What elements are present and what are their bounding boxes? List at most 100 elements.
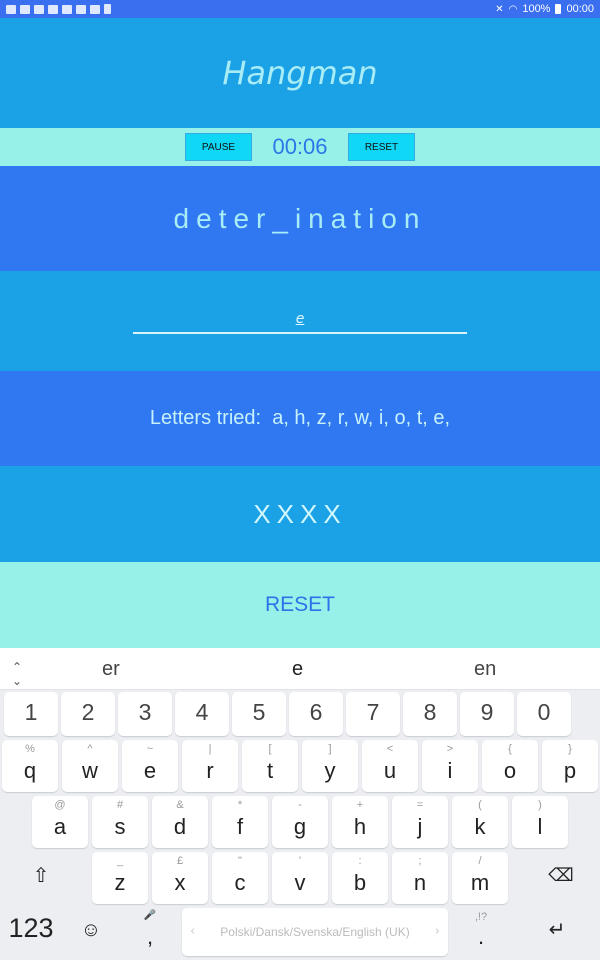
key-char: 7 [366, 699, 380, 725]
letter-key[interactable]: ] y [302, 740, 358, 792]
key-char: z [114, 870, 126, 895]
key-char: u [383, 758, 397, 783]
image-icon [76, 4, 86, 14]
number-key[interactable]: 6 [289, 692, 343, 736]
key-alt-char: " [238, 855, 242, 867]
key-alt-char: # [116, 799, 124, 811]
letter-key[interactable]: {o [482, 740, 538, 792]
letter-key[interactable]: ' v [272, 852, 328, 904]
letters-tried: Letters tried: a, h, z, r, w, i, o, t, e… [149, 407, 451, 429]
comma-label: , [146, 924, 154, 949]
key-alt-char: [ [268, 743, 272, 755]
youtube-icon [34, 4, 44, 14]
letter-key[interactable]: £ x [152, 852, 208, 904]
key-char: h [353, 814, 367, 839]
letter-key[interactable]: @ a [32, 796, 88, 848]
suggestion-bar: ⌃ ⌄ er e en [0, 648, 600, 690]
letter-key[interactable]: ) l [512, 796, 568, 848]
control-bar: PAUSE 00:06 RESET [0, 128, 600, 166]
shift-key[interactable]: ⇧ [16, 852, 66, 900]
misses-counter: XXXX [253, 498, 347, 529]
emoji-key[interactable]: ☺ [66, 908, 116, 956]
notification-icons [6, 4, 111, 14]
youtube-icon [62, 4, 72, 14]
key-char: b [353, 870, 367, 895]
pause-button[interactable]: PAUSE [185, 133, 252, 161]
backspace-key[interactable]: ⌫ [534, 852, 588, 900]
guess-input[interactable] [133, 306, 467, 334]
number-key[interactable]: 5 [232, 692, 286, 736]
period-key[interactable]: ,!? . [454, 908, 508, 956]
letter-key[interactable]: _ z [92, 852, 148, 904]
key-alt-char: | [208, 743, 212, 755]
letter-key[interactable]: + h [332, 796, 388, 848]
suggestion-item[interactable]: er [102, 658, 120, 681]
number-key[interactable]: 4 [175, 692, 229, 736]
letter-key[interactable]: > i [422, 740, 478, 792]
letter-key[interactable]: < u [362, 740, 418, 792]
status-bar: ✕ ◠ 100% 00:00 [0, 0, 600, 18]
number-key[interactable]: 9 [460, 692, 514, 736]
mute-icon: ✕ [495, 3, 504, 15]
period-key-alt: ,!? [474, 911, 488, 923]
key-alt-char: * [237, 799, 243, 811]
number-key[interactable]: 0 [517, 692, 571, 736]
letter-key[interactable]: (k [452, 796, 508, 848]
key-alt-char: % [25, 743, 35, 755]
letters-panel: Letters tried: a, h, z, r, w, i, o, t, e… [0, 371, 600, 466]
number-key[interactable]: 3 [118, 692, 172, 736]
key-char: p [563, 758, 577, 783]
key-char: 9 [480, 699, 494, 725]
number-key[interactable]: 7 [346, 692, 400, 736]
letter-key[interactable]: :b [332, 852, 388, 904]
suggestion-item[interactable]: en [474, 658, 496, 681]
letter-key[interactable]: / m [452, 852, 508, 904]
key-alt-char: & [176, 799, 184, 811]
letter-key[interactable]: | r [182, 740, 238, 792]
number-key[interactable]: 1 [4, 692, 58, 736]
letter-key[interactable]: = j [392, 796, 448, 848]
key-alt-char: = [416, 799, 424, 811]
clock: 00:00 [566, 3, 594, 15]
letter-key[interactable]: ; n [392, 852, 448, 904]
letter-key[interactable]: -g [272, 796, 328, 848]
key-char: a [53, 814, 67, 839]
key-char: m [470, 870, 490, 895]
letter-key[interactable]: ^ w [62, 740, 118, 792]
space-bar[interactable]: ‹ Polski/Dansk/Svenska/English (UK) › [182, 908, 448, 956]
key-alt-char: < [386, 743, 394, 755]
letter-key[interactable]: " c [212, 852, 268, 904]
reset-game-button[interactable]: RESET [0, 562, 600, 648]
letter-key[interactable]: % q [2, 740, 58, 792]
enter-key[interactable]: ↵ [530, 908, 584, 956]
key-char: d [173, 814, 187, 839]
chevron-right-icon: › [434, 924, 440, 939]
keyboard-icon [90, 4, 100, 14]
enter-icon: ↵ [548, 919, 566, 941]
letter-key[interactable]: * f [212, 796, 268, 848]
key-char: i [447, 758, 453, 783]
key-alt-char: } [568, 743, 572, 755]
comma-key[interactable]: 🎤 , [124, 908, 176, 956]
key-alt-char: : [358, 855, 362, 867]
number-key[interactable]: 8 [403, 692, 457, 736]
youtube-icon [6, 4, 16, 14]
space-bar-language: Polski/Dansk/Svenska/English (UK) [220, 925, 410, 939]
emoji-icon: ☺ [80, 919, 102, 941]
key-alt-char: ' [298, 855, 302, 867]
key-char: o [503, 758, 517, 783]
letter-key[interactable]: # s [92, 796, 148, 848]
reset-timer-button[interactable]: RESET [348, 133, 415, 161]
symbols-key[interactable]: 123 [2, 908, 60, 956]
key-char: 1 [24, 699, 38, 725]
letter-key[interactable]: } p [542, 740, 598, 792]
number-key[interactable]: 2 [61, 692, 115, 736]
letter-key[interactable]: ~ e [122, 740, 178, 792]
letter-key[interactable]: [t [242, 740, 298, 792]
key-alt-char: _ [116, 855, 124, 867]
suggestion-item[interactable]: e [292, 658, 303, 681]
symbols-key-label: 123 [8, 913, 54, 943]
key-char: 8 [423, 699, 437, 725]
expand-suggestions-icon[interactable]: ⌃ ⌄ [12, 660, 22, 688]
letter-key[interactable]: & d [152, 796, 208, 848]
